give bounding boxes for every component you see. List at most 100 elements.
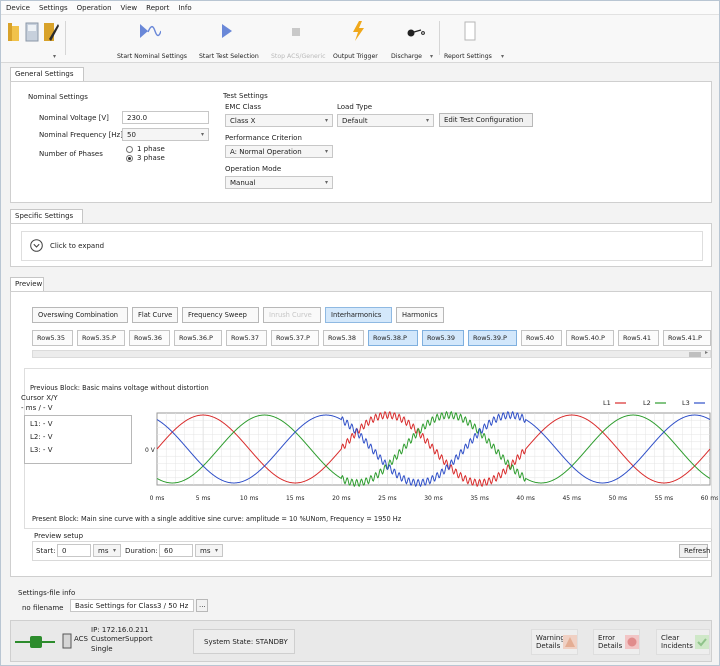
tab-frequency-sweep[interactable]: Frequency Sweep — [182, 307, 259, 323]
radio-1-phase[interactable] — [126, 146, 133, 153]
load-type-select[interactable]: Default ▾ — [337, 114, 434, 127]
row-button[interactable]: Row5.41 — [618, 330, 659, 346]
operation-mode-select[interactable]: Manual ▾ — [225, 176, 333, 189]
nominal-settings-title: Nominal Settings — [28, 93, 88, 101]
open-file-button[interactable] — [7, 17, 21, 61]
chevron-down-icon: ▾ — [324, 179, 328, 186]
duration-unit-select[interactable]: ms ▾ — [195, 544, 223, 557]
start-test-selection-button[interactable]: Start Test Selection — [191, 17, 263, 61]
error-details-button[interactable]: Error Details — [593, 629, 640, 655]
row-button[interactable]: Row5.40 — [521, 330, 562, 346]
horizontal-scrollbar[interactable]: ▸ — [32, 349, 711, 358]
system-state-text: System State: STANDBY — [204, 638, 288, 646]
x-tick-label: 50 ms — [609, 495, 628, 502]
refresh-button[interactable]: Refresh — [679, 544, 710, 558]
cursor-values-box: L1: - V L2: - V L3: - V — [24, 415, 132, 464]
preview-setup-title: Preview setup — [34, 532, 84, 540]
scrollbar-thumb[interactable] — [689, 352, 701, 357]
output-trigger-button[interactable]: Output Trigger — [333, 17, 389, 61]
legend-label-l1: L1 — [603, 399, 611, 407]
emc-class-select[interactable]: Class X ▾ — [225, 114, 333, 127]
chevron-down-icon: ▾ — [324, 117, 328, 124]
row-button[interactable]: Row5.38 — [323, 330, 364, 346]
load-type-label: Load Type — [337, 103, 373, 111]
tab-flat-curve[interactable]: Flat Curve — [132, 307, 178, 323]
tab-general-settings[interactable]: General Settings — [10, 67, 84, 81]
edit-test-configuration-button[interactable]: Edit Test Configuration — [439, 113, 533, 127]
x-tick-label: 10 ms — [240, 495, 259, 502]
start-field[interactable]: 0 — [57, 544, 91, 557]
report-settings-button[interactable]: Report Settings — [444, 17, 498, 61]
start-nominal-settings-button[interactable]: Start Nominal Settings — [111, 17, 191, 61]
row-button[interactable]: Row5.40.P — [566, 330, 614, 346]
row-button[interactable]: Row5.37 — [226, 330, 267, 346]
chevron-down-icon: ▾ — [112, 547, 116, 554]
toolbar-separator — [439, 21, 440, 55]
tab-harmonics[interactable]: Harmonics — [396, 307, 444, 323]
warning-details-button[interactable]: Warning Details — [531, 629, 578, 655]
nominal-frequency-select[interactable]: 50 ▾ — [122, 128, 209, 141]
tab-specific-settings[interactable]: Specific Settings — [10, 209, 83, 223]
nominal-voltage-field[interactable]: 230.0 — [122, 111, 209, 124]
row-button[interactable]: Row5.37.P — [271, 330, 319, 346]
row-button-selected[interactable]: Row5.39 — [422, 330, 464, 346]
menu-operation[interactable]: Operation — [77, 3, 112, 12]
discharge-button[interactable]: Discharge — [389, 17, 441, 61]
menu-settings[interactable]: Settings — [39, 3, 68, 12]
menu-info[interactable]: Info — [178, 3, 191, 12]
general-settings-panel: Nominal Settings Nominal Voltage [V] 230… — [10, 81, 712, 203]
lightning-icon — [353, 21, 364, 41]
duration-field[interactable]: 60 — [159, 544, 193, 557]
emc-class-label: EMC Class — [225, 103, 261, 111]
nominal-frequency-label: Nominal Frequency [Hz] — [39, 131, 123, 139]
discharge-icon — [407, 29, 425, 37]
filename-text: no filename — [22, 604, 64, 612]
tab-interharmonics[interactable]: Interharmonics — [325, 307, 392, 323]
scroll-right-icon[interactable]: ▸ — [705, 349, 708, 356]
play-wave-icon — [140, 24, 161, 38]
clear-incidents-label: Clear Incidents — [661, 634, 693, 650]
toolbar: ▾ Start Nominal Settings Start Test Sele… — [1, 15, 719, 63]
menu-device[interactable]: Device — [6, 3, 30, 12]
x-tick-label: 15 ms — [286, 495, 305, 502]
row-button[interactable]: Row5.36 — [129, 330, 170, 346]
legend-label-l3: L3 — [682, 399, 690, 407]
menu-view[interactable]: View — [121, 3, 138, 12]
row-button[interactable]: Row5.35.P — [77, 330, 125, 346]
row-button[interactable]: Row5.36.P — [174, 330, 222, 346]
report-icon — [464, 21, 476, 41]
x-tick-label: 25 ms — [378, 495, 397, 502]
device-icon — [62, 633, 72, 649]
legend-label-l2: L2 — [643, 399, 651, 407]
tab-inrush-curve[interactable]: Inrush Curve — [263, 307, 321, 323]
stop-button[interactable]: Stop ACS/Generic — [263, 17, 329, 61]
expand-row[interactable]: Click to expand — [21, 231, 703, 261]
row-button-selected[interactable]: Row5.38.P — [368, 330, 418, 346]
start-unit-select[interactable]: ms ▾ — [93, 544, 121, 557]
edit-file-button[interactable] — [43, 17, 59, 61]
row-button-selected[interactable]: Row5.39.P — [468, 330, 517, 346]
chevron-down-icon: ▾ — [214, 547, 218, 554]
open-file-icon — [8, 23, 19, 41]
save-file-button[interactable] — [25, 17, 39, 61]
click-to-expand-label: Click to expand — [50, 242, 105, 250]
l3-value: L3: - V — [30, 446, 53, 454]
menu-report[interactable]: Report — [146, 3, 169, 12]
performance-criterion-select[interactable]: A: Normal Operation ▾ — [225, 145, 333, 158]
specific-settings-panel: Click to expand — [10, 223, 712, 267]
row-button[interactable]: Row5.35 — [32, 330, 73, 346]
settings-description-field[interactable]: Basic Settings for Class3 / 50 Hz — [70, 599, 194, 612]
report-dropdown-icon[interactable]: ▾ — [501, 53, 504, 60]
expand-chevron-icon[interactable] — [30, 239, 43, 252]
customer-text: CustomerSupport — [91, 635, 153, 643]
row-button[interactable]: Row5.41.P — [663, 330, 711, 346]
radio-3-phase[interactable] — [126, 155, 133, 162]
tab-overswing-combination[interactable]: Overswing Combination — [32, 307, 128, 323]
l1-value: L1: - V — [30, 420, 53, 428]
browse-button[interactable]: ... — [196, 599, 208, 612]
clear-incidents-button[interactable]: Clear Incidents — [656, 629, 710, 655]
x-tick-label: 30 ms — [424, 495, 443, 502]
tab-preview[interactable]: Preview — [10, 277, 44, 291]
toolbar-dropdown-icon[interactable]: ▾ — [53, 53, 56, 60]
discharge-dropdown-icon[interactable]: ▾ — [430, 53, 433, 60]
